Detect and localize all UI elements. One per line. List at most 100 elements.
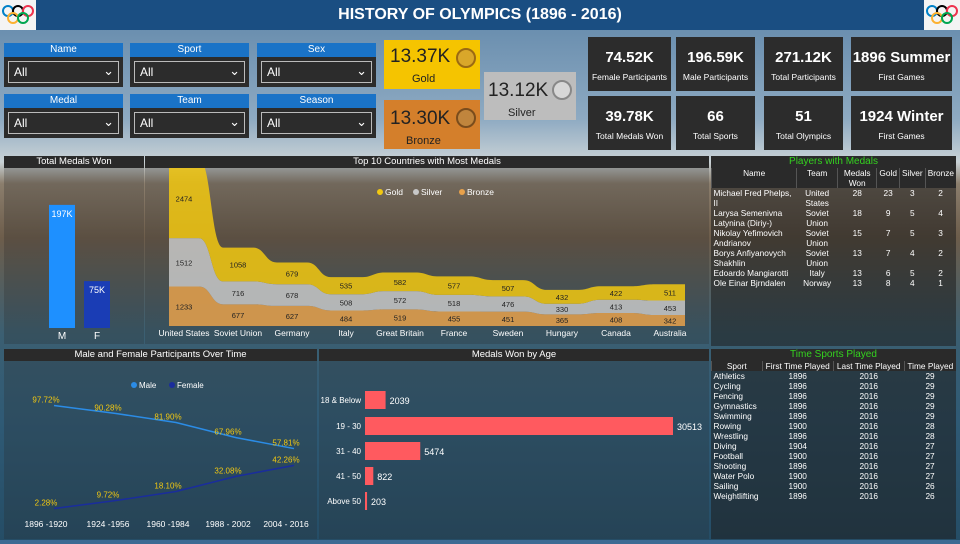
- table-row[interactable]: Rowing 1900 2016 28: [712, 421, 957, 431]
- column-header[interactable]: Team: [796, 168, 838, 188]
- segment-data-label: 582: [394, 278, 407, 287]
- slicer-label: Sex: [257, 43, 376, 57]
- table-row[interactable]: Edoardo Mangiarotti Italy 13 6 5 2: [712, 268, 957, 278]
- table-row[interactable]: Sailing 1900 2016 26: [712, 481, 957, 491]
- table-cell: 8: [885, 278, 891, 288]
- sports-panel: Time Sports Played Sport First Time Playe…: [711, 349, 956, 539]
- table-cell: 2016: [859, 481, 878, 491]
- sex-dropdown[interactable]: All ⌄: [261, 61, 372, 83]
- table-cell: 2016: [859, 421, 878, 431]
- table-cell: 1900: [788, 471, 807, 481]
- column-header[interactable]: Time Played: [903, 361, 956, 371]
- table-cell: 1896: [788, 411, 807, 421]
- medal-bar: [49, 204, 75, 328]
- table-row[interactable]: Cycling 1896 2016 29: [712, 381, 957, 391]
- slicer-label: Season: [257, 94, 376, 108]
- slicer-season[interactable]: Season All ⌄: [257, 94, 376, 138]
- olympic-logo-left: [0, 0, 36, 30]
- participants-chart: Male Female 97.72% 90.28% 81.90% 67.96% 57.81%…: [24, 381, 308, 529]
- table-row[interactable]: Water Polo 1900 2016 27: [712, 471, 957, 481]
- table-row[interactable]: Borys Anfiyanovych Shakhlin Soviet Union 1…: [712, 248, 957, 268]
- table-cell: Edoardo Mangiarotti: [713, 268, 789, 278]
- column-header[interactable]: Silver: [898, 168, 926, 188]
- segment-data-label: 511: [664, 288, 676, 297]
- table-cell: Michael Fred Phelps, II: [713, 188, 792, 208]
- slicer-sex[interactable]: Sex All ⌄: [257, 43, 376, 87]
- column-header[interactable]: Gold: [876, 168, 900, 188]
- table-cell: 26: [925, 481, 935, 491]
- segment-data-label: 432: [556, 293, 569, 302]
- table-row[interactable]: Fencing 1896 2016 29: [712, 391, 957, 401]
- segment-data-label: 679: [286, 269, 299, 278]
- table-cell: Ole Einar Bjrndalen: [713, 278, 786, 288]
- participants-panel: Male and Female Participants Over Time M…: [4, 349, 317, 539]
- table-row[interactable]: Ole Einar Bjrndalen Norway 13 8 4 1: [712, 278, 957, 288]
- table-cell: 1896: [788, 381, 807, 391]
- table-cell: 5: [910, 228, 915, 238]
- segment-data-label: 519: [394, 314, 407, 323]
- segment-data-label: 508: [340, 298, 353, 307]
- table-row[interactable]: Wrestling 1896 2016 28: [712, 431, 957, 441]
- total-medals-chart: 197K M 75K F: [49, 204, 110, 342]
- chevron-down-icon: ⌄: [229, 114, 240, 129]
- panel-title: Time Sports Played: [711, 349, 956, 361]
- kpi-label: First Games: [878, 72, 925, 82]
- column-header[interactable]: Medals Won: [837, 168, 877, 188]
- kpi-value: 66: [707, 108, 724, 125]
- table-cell: Norway: [803, 278, 832, 288]
- slicer-team[interactable]: Team All ⌄: [130, 94, 249, 138]
- kpi-value: 1924 Winter: [859, 108, 944, 125]
- table-row[interactable]: Larysa Semenivna Latynina (Diriy-) Soviet…: [712, 208, 957, 228]
- dropdown-value: All: [14, 116, 28, 130]
- name-dropdown[interactable]: All ⌄: [8, 61, 119, 83]
- point-data-label: 18.10%: [154, 481, 181, 490]
- column-header[interactable]: Last Time Played: [832, 361, 905, 371]
- table-cell: 27: [925, 441, 935, 451]
- team-dropdown[interactable]: All ⌄: [134, 112, 245, 134]
- table-cell: 2016: [859, 471, 878, 481]
- season-dropdown[interactable]: All ⌄: [261, 112, 372, 134]
- table-cell: 2016: [859, 401, 878, 411]
- slicer-sport[interactable]: Sport All ⌄: [130, 43, 249, 87]
- segment-data-label: 453: [664, 304, 677, 313]
- table-cell: 2016: [859, 371, 878, 381]
- kpi-label: Total Participants: [771, 72, 836, 82]
- kpi-card: 51 Total Olympics: [764, 96, 843, 150]
- table-row[interactable]: Football 1900 2016 27: [712, 451, 957, 461]
- legend-label: Bronze: [467, 187, 494, 197]
- top10-panel: Top 10 Countries with Most Medals Gold Si…: [145, 156, 709, 344]
- segment-data-label: 572: [394, 296, 407, 305]
- column-header[interactable]: Bronze: [924, 168, 956, 188]
- table-row[interactable]: Nikolay Yefimovich Andrianov Soviet Union…: [712, 228, 957, 248]
- kpi-label: First Games: [878, 131, 925, 141]
- slicer-name[interactable]: Name All ⌄: [4, 43, 123, 87]
- slicer-medal[interactable]: Medal All ⌄: [4, 94, 123, 138]
- table-row[interactable]: Athletics 1896 2016 29: [712, 371, 957, 381]
- sport-dropdown[interactable]: All ⌄: [134, 61, 245, 83]
- table-cell: 2: [938, 268, 943, 278]
- kpi-value: 196.59K: [687, 49, 744, 66]
- x-axis-label: 1988 - 2002: [205, 519, 251, 529]
- table-cell: Diving: [713, 441, 737, 451]
- table-row[interactable]: Michael Fred Phelps, II United States 28 23…: [712, 188, 957, 208]
- table-row[interactable]: Shooting 1896 2016 27: [712, 461, 957, 471]
- age-category-label: Above 50: [327, 497, 361, 506]
- table-cell: Cycling: [713, 381, 741, 391]
- medal-dropdown[interactable]: All ⌄: [8, 112, 119, 134]
- segment-data-label: 455: [448, 315, 461, 324]
- kpi-label: Total Olympics: [775, 131, 832, 141]
- table-cell: 2016: [859, 411, 878, 421]
- panel-title: Top 10 Countries with Most Medals: [145, 156, 709, 168]
- column-header[interactable]: Sport: [711, 361, 763, 371]
- silver-value: 13.12K: [488, 80, 549, 101]
- column-header[interactable]: First Time Played: [761, 361, 834, 371]
- table-row[interactable]: Diving 1904 2016 27: [712, 441, 957, 451]
- table-row[interactable]: Swimming 1896 2016 29: [712, 411, 957, 421]
- segment-data-label: 365: [556, 316, 569, 325]
- table-row[interactable]: Weightlifting 1896 2016 26: [712, 491, 957, 501]
- column-header[interactable]: Name: [710, 168, 797, 188]
- table-row[interactable]: Gymnastics 1896 2016 29: [712, 401, 957, 411]
- table-cell: Rowing: [713, 421, 742, 431]
- panel-title: Male and Female Participants Over Time: [4, 349, 317, 361]
- table-cell: Soviet Union: [805, 228, 829, 248]
